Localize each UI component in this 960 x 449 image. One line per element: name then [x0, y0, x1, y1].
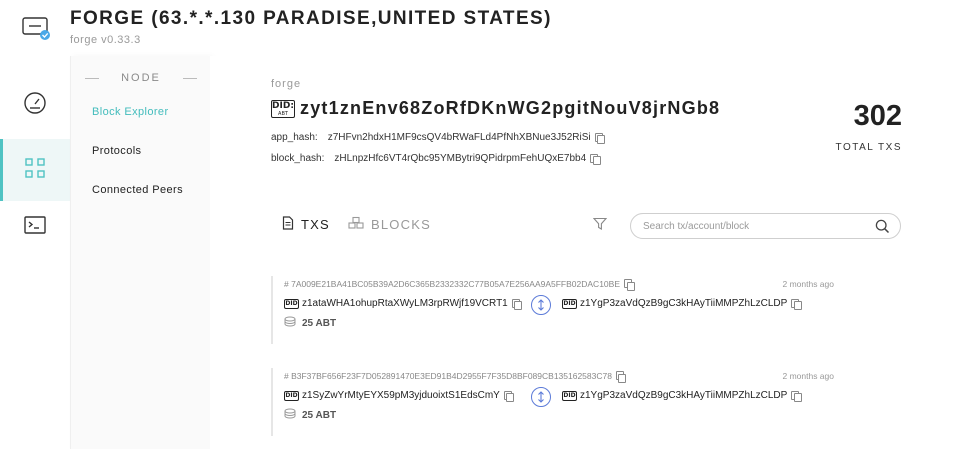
app-hash-label: app_hash:: [271, 132, 318, 143]
tx-time: 2 months ago: [782, 279, 834, 289]
app-version: forge v0.33.3: [70, 34, 141, 46]
tx-from: DID z1ataWHA1ohupRtaXWyLM3rpRWjf19VCRT1: [284, 298, 523, 310]
grid-nodes-icon: [23, 156, 47, 185]
did-badge-icon: DID: [284, 390, 299, 401]
chain-label: forge: [271, 78, 302, 90]
menu-item-connected-peers[interactable]: Connected Peers: [92, 184, 183, 196]
filter-icon[interactable]: [592, 217, 608, 236]
copy-icon[interactable]: [791, 390, 802, 402]
block-hash-value: zHLnpzHfc6VT4rQbc95YMBytri9QPidrpmFehUQx…: [334, 153, 587, 164]
search-icon[interactable]: [875, 219, 890, 239]
tx-hash[interactable]: # 7A009E21BA41BC05B39A2D6C365B2332332C77…: [284, 279, 620, 289]
rail-item-console[interactable]: [0, 197, 70, 259]
transfer-arrows-icon[interactable]: [531, 295, 551, 315]
copy-icon[interactable]: [624, 279, 635, 291]
copy-icon[interactable]: [511, 298, 523, 310]
node-menu: NODE Block Explorer Protocols Connected …: [70, 56, 210, 449]
icon-sidebar: [0, 56, 70, 449]
tx-item[interactable]: # B3F37BF656F23F7D052891470E3ED91B4D2955…: [271, 368, 834, 436]
terminal-icon: [23, 215, 47, 242]
tx-amount: 25 ABT: [284, 316, 336, 330]
tx-to-address[interactable]: z1YgP3zaVdQzB9gC3kHAyTiiMMPZhLzCLDP: [580, 390, 787, 401]
tx-from-address[interactable]: z1SyZwYrMtyEYX59pM3yjduoixtS1EdsCmY: [302, 390, 500, 401]
did-badge-icon: DID: [562, 390, 577, 401]
forge-logo-icon[interactable]: [22, 14, 50, 42]
tx-amount-value: 25 ABT: [302, 409, 337, 421]
document-icon: [282, 216, 301, 233]
tab-blocks-label: BLOCKS: [371, 217, 431, 232]
chain-address[interactable]: zyt1znEnv68ZoRfDKnWG2pgitNouV8jrNGb8: [300, 98, 720, 119]
search-input[interactable]: [643, 219, 863, 234]
app-hash-value: z7HFvn2hdxH1MF9csQV4bRWaFLd4PfNhXBNue3J5…: [327, 132, 591, 143]
menu-item-protocols[interactable]: Protocols: [92, 145, 141, 157]
copy-icon[interactable]: [590, 153, 601, 165]
menu-header: NODE: [85, 72, 197, 84]
tx-from: DID z1SyZwYrMtyEYX59pM3yjduoixtS1EdsCmY: [284, 390, 515, 402]
tab-txs[interactable]: TXS: [282, 216, 330, 233]
blocks-icon: [348, 216, 371, 233]
divider: [85, 77, 99, 79]
search-box: [630, 213, 901, 239]
rail-item-explorer[interactable]: [0, 139, 70, 201]
did-badge-icon: DID: [284, 298, 299, 309]
menu-header-label: NODE: [121, 72, 161, 84]
tx-to: DID z1YgP3zaVdQzB9gC3kHAyTiiMMPZhLzCLDP: [562, 298, 802, 310]
rail-item-dashboard[interactable]: [0, 74, 70, 136]
total-txs-count: 302: [853, 100, 902, 132]
copy-icon[interactable]: [594, 132, 606, 144]
coin-stack-icon: [284, 316, 302, 330]
tx-time: 2 months ago: [782, 371, 834, 381]
tx-amount: 25 ABT: [284, 408, 336, 422]
tab-txs-label: TXS: [301, 217, 330, 232]
copy-icon[interactable]: [791, 298, 802, 310]
did-badge-icon: DID: ABT: [271, 100, 295, 118]
tx-amount-value: 25 ABT: [302, 317, 337, 329]
menu-item-block-explorer[interactable]: Block Explorer: [92, 106, 169, 118]
tx-hash-row: # B3F37BF656F23F7D052891470E3ED91B4D2955…: [284, 371, 627, 383]
app-header: FORGE (63.*.*.130 PARADISE,UNITED STATES…: [0, 0, 960, 56]
tx-item[interactable]: # 7A009E21BA41BC05B39A2D6C365B2332332C77…: [271, 276, 834, 344]
tx-from-address[interactable]: z1ataWHA1ohupRtaXWyLM3rpRWjf19VCRT1: [302, 298, 508, 309]
dashboard-gauge-icon: [23, 91, 47, 120]
app-hash-row: app_hash: z7HFvn2hdxH1MF9csQV4bRWaFLd4Pf…: [271, 132, 606, 144]
transfer-arrows-icon[interactable]: [531, 387, 551, 407]
coin-stack-icon: [284, 408, 302, 422]
did-badge-icon: DID: [562, 298, 577, 309]
tab-blocks[interactable]: BLOCKS: [348, 216, 431, 233]
copy-icon[interactable]: [615, 371, 627, 383]
main-content: forge DID: ABT zyt1znEnv68ZoRfDKnWG2pgitN…: [210, 56, 960, 449]
tx-to: DID z1YgP3zaVdQzB9gC3kHAyTiiMMPZhLzCLDP: [562, 390, 802, 402]
divider: [183, 77, 197, 79]
tx-hash-row: # 7A009E21BA41BC05B39A2D6C365B2332332C77…: [284, 279, 635, 291]
copy-icon[interactable]: [503, 390, 515, 402]
tx-hash[interactable]: # B3F37BF656F23F7D052891470E3ED91B4D2955…: [284, 371, 612, 381]
block-hash-label: block_hash:: [271, 153, 325, 164]
total-txs-label: TOTAL TXS: [835, 142, 902, 153]
app-title: FORGE (63.*.*.130 PARADISE,UNITED STATES…: [70, 8, 552, 29]
tx-to-address[interactable]: z1YgP3zaVdQzB9gC3kHAyTiiMMPZhLzCLDP: [580, 298, 787, 309]
block-hash-row: block_hash: zHLnpzHfc6VT4rQbc95YMBytri9Q…: [271, 153, 601, 165]
